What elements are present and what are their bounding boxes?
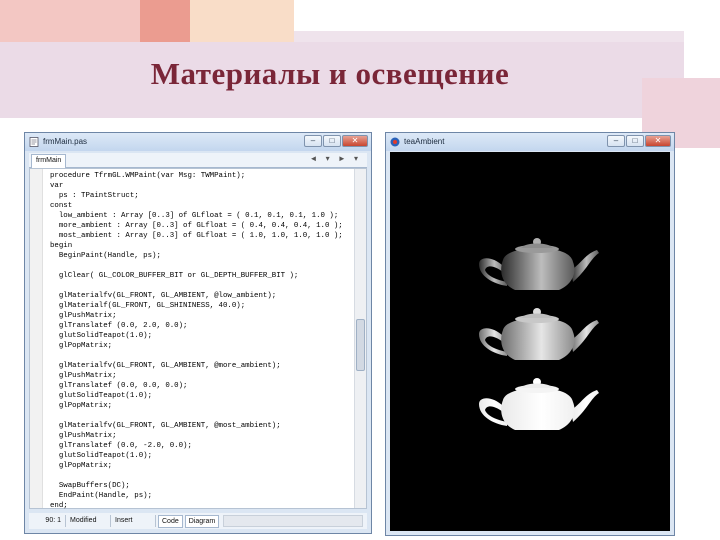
code-line[interactable]: glPushMatrix; — [50, 311, 352, 321]
code-line[interactable]: SwapBuffers(DC); — [50, 481, 352, 491]
code-line[interactable] — [50, 471, 352, 481]
modified-indicator: Modified — [66, 515, 111, 527]
teapot-most-ambient — [479, 378, 599, 430]
decor-block-peach — [190, 0, 294, 42]
code-line[interactable]: glMaterialfv(GL_FRONT, GL_AMBIENT, @most… — [50, 421, 352, 431]
close-button[interactable]: ✕ — [645, 135, 671, 147]
code-line[interactable]: glPushMatrix; — [50, 371, 352, 381]
code-line[interactable]: low_ambient : Array [0..3] of GLfloat = … — [50, 211, 352, 221]
code-line[interactable]: glTranslatef (0.0, -2.0, 0.0); — [50, 441, 352, 451]
code-line[interactable]: most_ambient : Array [0..3] of GLfloat =… — [50, 231, 352, 241]
insert-mode: Insert — [111, 515, 156, 527]
document-icon — [29, 137, 39, 147]
close-button[interactable]: ✕ — [342, 135, 368, 147]
tab-frmmain[interactable]: frmMain — [31, 154, 67, 168]
code-gutter — [30, 169, 43, 508]
code-line[interactable]: glMaterialfv(GL_FRONT, GL_AMBIENT, @more… — [50, 361, 352, 371]
editor-statusbar: 90: 1 Modified Insert Code Diagram — [29, 513, 367, 529]
decor-block-salmon — [140, 0, 190, 42]
code-line[interactable]: glutSolidTeapot(1.0); — [50, 391, 352, 401]
minimize-button[interactable]: – — [607, 135, 625, 147]
code-line[interactable]: glTranslatef (0.0, 2.0, 0.0); — [50, 321, 352, 331]
code-line[interactable]: ps : TPaintStruct; — [50, 191, 352, 201]
code-text[interactable]: procedure TfrmGL.WMPaint(var Msg: TWMPai… — [50, 171, 352, 511]
slide-title: Материалы и освещение — [150, 56, 510, 91]
editor-window[interactable]: frmMain.pas – □ ✕ frmMain ◄ ▾ ► ▾ proced… — [24, 132, 372, 534]
code-line[interactable]: glutSolidTeapot(1.0); — [50, 331, 352, 341]
code-line[interactable] — [50, 351, 352, 361]
opengl-viewport[interactable] — [390, 152, 670, 531]
code-line[interactable]: glMaterialf(GL_FRONT, GL_SHININESS, 40.0… — [50, 301, 352, 311]
code-line[interactable]: glClear( GL_COLOR_BUFFER_BIT or GL_DEPTH… — [50, 271, 352, 281]
code-line[interactable] — [50, 411, 352, 421]
code-line[interactable]: begin — [50, 241, 352, 251]
vertical-scrollbar[interactable] — [354, 169, 366, 508]
code-line[interactable] — [50, 281, 352, 291]
code-line[interactable]: BeginPaint(Handle, ps); — [50, 251, 352, 261]
code-line[interactable]: var — [50, 181, 352, 191]
code-line[interactable]: glMaterialfv(GL_FRONT, GL_AMBIENT, @low_… — [50, 291, 352, 301]
code-line[interactable] — [50, 261, 352, 271]
editor-tabstrip: frmMain ◄ ▾ ► ▾ — [29, 153, 367, 168]
editor-window-title: frmMain.pas — [43, 137, 88, 146]
teapot-more-ambient — [479, 308, 599, 360]
code-line[interactable]: glPopMatrix; — [50, 461, 352, 471]
render-titlebar[interactable]: teaAmbient – □ ✕ — [386, 133, 674, 151]
maximize-button[interactable]: □ — [626, 135, 644, 147]
app-icon — [390, 137, 400, 147]
code-editor[interactable]: procedure TfrmGL.WMPaint(var Msg: TWMPai… — [29, 168, 367, 511]
horizontal-scrollbar[interactable] — [223, 515, 363, 527]
cursor-position: 90: 1 — [29, 515, 66, 527]
code-line[interactable]: EndPaint(Handle, ps); — [50, 491, 352, 501]
teapot-low-ambient — [479, 238, 599, 290]
code-line[interactable]: more_ambient : Array [0..3] of GLfloat =… — [50, 221, 352, 231]
minimize-button[interactable]: – — [304, 135, 322, 147]
code-line[interactable]: procedure TfrmGL.WMPaint(var Msg: TWMPai… — [50, 171, 352, 181]
tab-code[interactable]: Code — [158, 514, 183, 528]
decor-block-pink — [0, 0, 140, 42]
code-line[interactable]: glTranslatef (0.0, 0.0, 0.0); — [50, 381, 352, 391]
editor-titlebar[interactable]: frmMain.pas – □ ✕ — [25, 133, 371, 151]
code-line[interactable]: glutSolidTeapot(1.0); — [50, 451, 352, 461]
scrollbar-thumb[interactable] — [356, 319, 365, 371]
code-line[interactable]: end; — [50, 501, 352, 511]
tab-diagram[interactable]: Diagram — [184, 514, 220, 528]
code-line[interactable]: glPopMatrix; — [50, 401, 352, 411]
render-window[interactable]: teaAmbient – □ ✕ — [385, 132, 675, 536]
tab-navigation-arrows[interactable]: ◄ ▾ ► ▾ — [309, 154, 361, 163]
render-window-title: teaAmbient — [404, 137, 445, 146]
code-line[interactable]: glPushMatrix; — [50, 431, 352, 441]
code-line[interactable]: const — [50, 201, 352, 211]
maximize-button[interactable]: □ — [323, 135, 341, 147]
code-line[interactable]: glPopMatrix; — [50, 341, 352, 351]
